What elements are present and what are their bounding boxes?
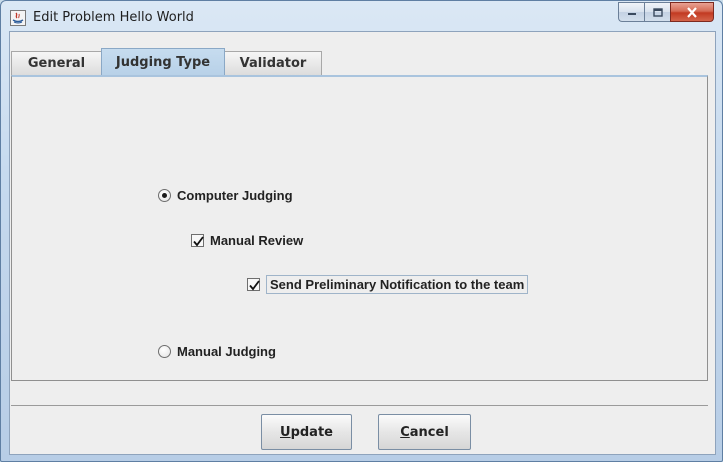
manual-review-checkbox[interactable]: Manual Review <box>191 233 303 248</box>
close-icon <box>687 6 697 18</box>
window-title: Edit Problem Hello World <box>33 10 194 25</box>
tab-general[interactable]: General <box>11 51 102 75</box>
computer-judging-label: Computer Judging <box>177 188 293 203</box>
maximize-icon <box>652 7 663 17</box>
judging-type-panel <box>11 75 708 381</box>
title-bar[interactable]: Edit Problem Hello World <box>1 1 722 33</box>
cancel-label: ancel <box>409 424 449 440</box>
manual-judging-label: Manual Judging <box>177 344 276 359</box>
minimize-button[interactable] <box>618 2 644 22</box>
maximize-button[interactable] <box>644 2 670 22</box>
send-preliminary-checkbox[interactable]: Send Preliminary Notification to the tea… <box>247 275 529 294</box>
radio-selected-icon <box>158 189 171 202</box>
minimize-icon <box>627 13 636 15</box>
java-app-icon <box>10 10 26 26</box>
caption-buttons <box>618 2 714 22</box>
button-bar <box>11 405 708 451</box>
tab-validator[interactable]: Validator <box>224 51 322 75</box>
tab-judging-type[interactable]: Judging Type <box>101 48 225 75</box>
manual-review-label: Manual Review <box>210 233 304 248</box>
update-label: pdate <box>290 424 333 440</box>
update-mnemonic: U <box>280 424 291 440</box>
close-button[interactable] <box>670 2 714 22</box>
cancel-mnemonic: C <box>400 424 410 440</box>
dialog-window: Edit Problem Hello World General Judging… <box>0 0 723 462</box>
manual-judging-radio[interactable]: Manual Judging <box>158 344 276 359</box>
cancel-button[interactable]: Cancel <box>378 414 471 450</box>
update-button[interactable]: Update <box>261 414 352 450</box>
computer-judging-radio[interactable]: Computer Judging <box>158 188 293 203</box>
radio-unselected-icon <box>158 345 171 358</box>
checkmark-icon <box>247 278 260 291</box>
send-preliminary-label: Send Preliminary Notification to the tea… <box>266 275 529 294</box>
checkmark-icon <box>191 234 204 247</box>
tab-strip: General Judging Type Validator <box>11 48 322 75</box>
